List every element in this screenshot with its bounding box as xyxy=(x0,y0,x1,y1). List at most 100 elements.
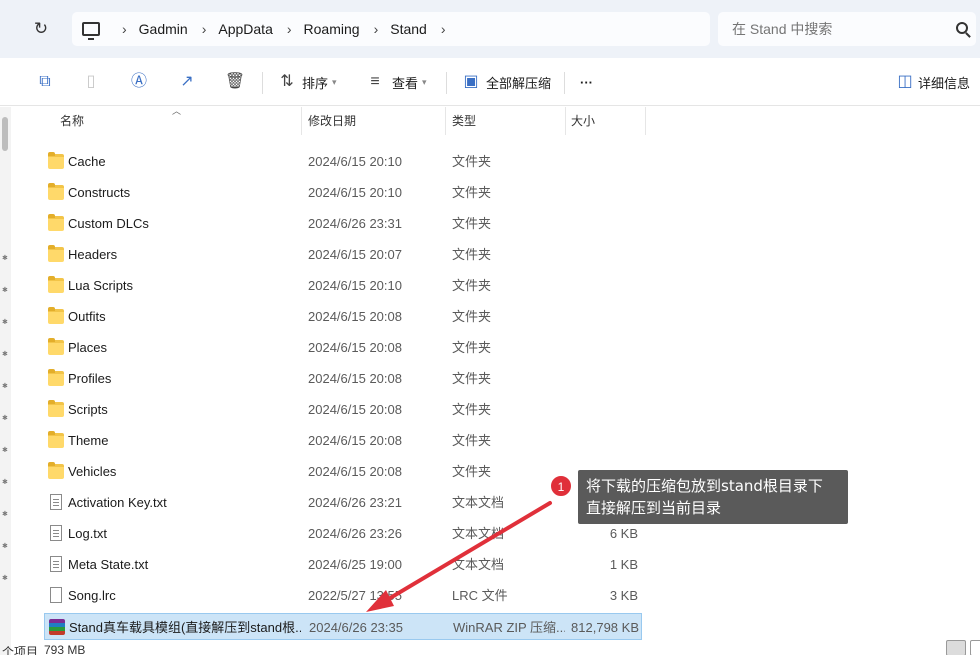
chevron-right-icon[interactable]: › xyxy=(287,21,292,37)
file-date: 2024/6/15 20:08 xyxy=(308,402,402,417)
file-name: Profiles xyxy=(68,371,112,386)
file-date: 2024/6/15 20:07 xyxy=(308,247,402,262)
sort-label: 排序 xyxy=(302,75,329,91)
view-label: 查看 xyxy=(392,75,419,91)
file-name: Song.lrc xyxy=(68,588,116,603)
file-date: 2024/6/26 23:21 xyxy=(308,495,402,510)
file-date: 2024/6/15 20:08 xyxy=(308,371,402,386)
copy-button[interactable]: ⧉ xyxy=(34,70,56,94)
navigation-pane-scrollbar[interactable]: ✱ ✱ ✱ ✱ ✱ ✱ ✱ ✱ ✱ ✱ ✱ xyxy=(0,107,11,655)
file-row[interactable]: Song.lrc 2022/5/27 13:55 LRC 文件 3 KB xyxy=(44,582,642,609)
file-row[interactable]: Meta State.txt 2024/6/25 19:00 文本文档 1 KB xyxy=(44,551,642,578)
breadcrumb-item-appdata[interactable]: AppData xyxy=(218,21,272,37)
file-row-selected[interactable]: Stand真车载具模组(直接解压到stand根... 2024/6/26 23:… xyxy=(44,613,642,640)
pin-icon: ✱ xyxy=(2,447,8,454)
file-row[interactable]: Headers 2024/6/15 20:07 文件夹 xyxy=(44,241,642,268)
share-button[interactable]: ↗ xyxy=(176,70,198,94)
extract-label: 全部解压缩 xyxy=(486,75,552,91)
pin-icon: ✱ xyxy=(2,255,8,262)
refresh-icon[interactable]: ↻ xyxy=(28,16,54,42)
file-type: 文本文档 xyxy=(452,495,505,510)
file-date: 2024/6/15 20:08 xyxy=(308,309,402,324)
column-divider[interactable] xyxy=(301,107,302,135)
blank-document-icon xyxy=(50,587,62,603)
file-row[interactable]: Theme 2024/6/15 20:08 文件夹 xyxy=(44,427,642,454)
file-size xyxy=(564,179,638,206)
file-date: 2024/6/25 19:00 xyxy=(308,557,402,572)
file-date: 2024/6/15 20:10 xyxy=(308,185,402,200)
breadcrumb-item-roaming[interactable]: Roaming xyxy=(304,21,360,37)
file-row[interactable]: Log.txt 2024/6/26 23:26 文本文档 6 KB xyxy=(44,520,642,547)
step-badge: 1 xyxy=(550,475,572,497)
file-row[interactable]: Profiles 2024/6/15 20:08 文件夹 xyxy=(44,365,642,392)
file-row[interactable]: Lua Scripts 2024/6/15 20:10 文件夹 xyxy=(44,272,642,299)
winrar-archive-icon xyxy=(49,619,65,635)
chevron-right-icon[interactable]: › xyxy=(122,21,127,37)
paste-button[interactable]: ▯ xyxy=(80,70,102,94)
text-document-icon xyxy=(50,556,62,572)
column-divider[interactable] xyxy=(565,107,566,135)
breadcrumb[interactable]: › Gadmin › AppData › Roaming › Stand › xyxy=(72,12,710,46)
file-type: 文件夹 xyxy=(452,309,492,324)
pin-icon: ✱ xyxy=(2,575,8,582)
file-date: 2024/6/15 20:10 xyxy=(308,278,402,293)
search-box[interactable] xyxy=(718,12,976,46)
tiles-view-toggle[interactable] xyxy=(970,640,980,655)
pin-icon: ✱ xyxy=(2,511,8,518)
column-divider[interactable] xyxy=(645,107,646,135)
file-date: 2024/6/15 20:08 xyxy=(308,464,402,479)
file-type: LRC 文件 xyxy=(452,588,508,603)
rename-button[interactable]: Ⓐ xyxy=(128,70,150,94)
details-pane-button[interactable]: ◫ 详细信息 xyxy=(894,70,970,94)
folder-icon xyxy=(48,338,64,355)
chevron-down-icon: ▾ xyxy=(332,76,337,87)
file-date: 2024/6/26 23:35 xyxy=(309,620,403,635)
file-row[interactable]: Places 2024/6/15 20:08 文件夹 xyxy=(44,334,642,361)
this-pc-icon[interactable] xyxy=(82,22,100,40)
pin-icon: ✱ xyxy=(2,319,8,326)
column-header-type[interactable]: 类型 xyxy=(452,107,562,135)
file-size xyxy=(564,241,638,268)
pin-icon: ✱ xyxy=(2,383,8,390)
column-header-size[interactable]: 大小 xyxy=(571,107,643,135)
file-row[interactable]: Outfits 2024/6/15 20:08 文件夹 xyxy=(44,303,642,330)
column-header-name[interactable]: 名称 xyxy=(60,107,300,135)
status-selected-size: 793 MB xyxy=(44,643,86,655)
view-icon: ≡ xyxy=(370,73,380,90)
file-date: 2024/6/26 23:26 xyxy=(308,526,402,541)
file-row[interactable]: Scripts 2024/6/15 20:08 文件夹 xyxy=(44,396,642,423)
breadcrumb-item-gadmin[interactable]: Gadmin xyxy=(139,21,188,37)
chevron-right-icon[interactable]: › xyxy=(374,21,379,37)
file-name: Places xyxy=(68,340,108,355)
folder-icon xyxy=(48,400,64,417)
view-button[interactable]: ≡ 查看 ▾ xyxy=(364,70,426,94)
paste-icon: ▯ xyxy=(86,73,96,90)
file-type: 文件夹 xyxy=(452,247,492,262)
chevron-right-icon[interactable]: › xyxy=(202,21,207,37)
chevron-right-icon[interactable]: › xyxy=(441,21,446,37)
file-size xyxy=(564,148,638,175)
scrollbar-thumb[interactable] xyxy=(2,117,8,151)
column-divider[interactable] xyxy=(445,107,446,135)
toolbar-divider xyxy=(564,72,565,94)
file-row[interactable]: Cache 2024/6/15 20:10 文件夹 xyxy=(44,148,642,175)
copy-icon: ⧉ xyxy=(39,73,51,90)
breadcrumb-item-stand[interactable]: Stand xyxy=(390,21,427,37)
file-row[interactable]: Constructs 2024/6/15 20:10 文件夹 xyxy=(44,179,642,206)
status-item-count: 个项目 xyxy=(2,645,39,655)
sort-button[interactable]: ⇅ 排序 ▾ xyxy=(276,70,337,94)
more-options-button[interactable]: ··· xyxy=(580,70,593,94)
details-view-toggle[interactable] xyxy=(946,640,966,655)
folder-icon xyxy=(48,152,64,169)
folder-icon xyxy=(48,307,64,324)
file-date: 2024/6/26 23:31 xyxy=(308,216,402,231)
column-header-date[interactable]: 修改日期 xyxy=(308,107,444,135)
pin-icon: ✱ xyxy=(2,543,8,550)
delete-button[interactable]: 🗑 xyxy=(224,70,246,94)
search-input[interactable] xyxy=(732,20,932,38)
file-row[interactable]: Custom DLCs 2024/6/26 23:31 文件夹 xyxy=(44,210,642,237)
search-icon[interactable] xyxy=(956,22,968,34)
folder-icon xyxy=(48,369,64,386)
extract-all-button[interactable]: ▣ 全部解压缩 xyxy=(460,70,551,94)
command-bar: ⧉ ▯ Ⓐ ↗ 🗑 ⇅ 排序 ▾ ≡ 查看 ▾ ▣ 全部解压缩 ··· ◫ 详细… xyxy=(0,58,980,106)
